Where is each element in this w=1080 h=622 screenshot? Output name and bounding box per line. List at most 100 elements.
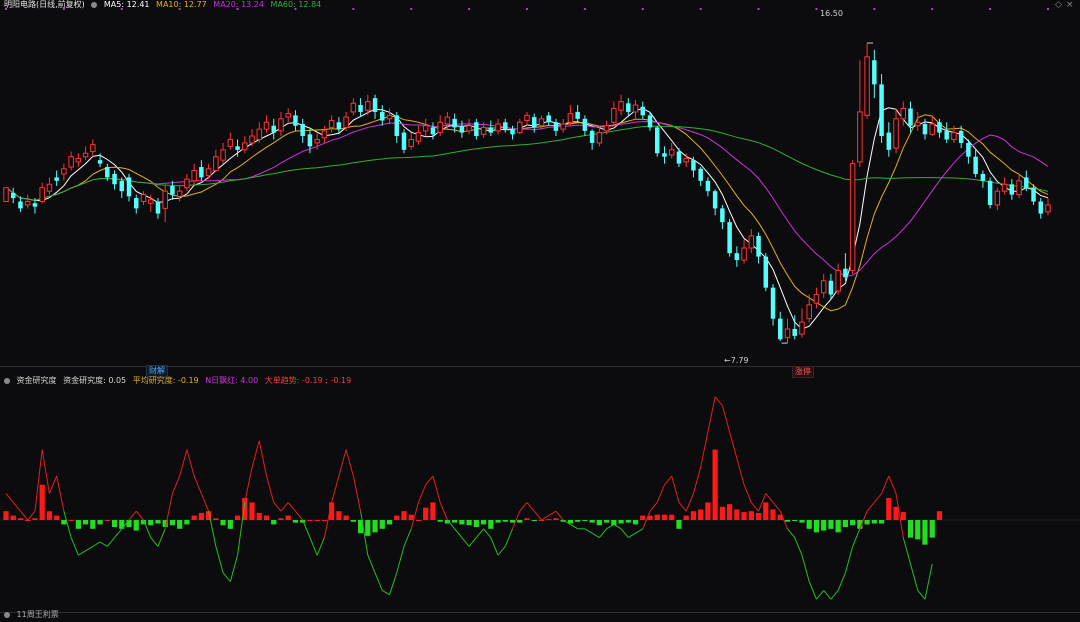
- candle-body: [184, 178, 190, 189]
- indicator-bar: [625, 520, 631, 523]
- indicator-bar: [864, 520, 870, 525]
- close-icon[interactable]: ×: [1066, 0, 1074, 10]
- indicator-bar: [480, 520, 487, 525]
- candle-body: [134, 198, 139, 209]
- candle-body: [256, 128, 263, 140]
- indicator-line-segment: [606, 523, 615, 530]
- candle-body: [75, 157, 82, 163]
- candle-body: [857, 111, 863, 163]
- candle-body: [546, 115, 551, 123]
- indicator-line-segment: [128, 510, 137, 521]
- candle-body: [474, 122, 479, 137]
- indicator-bar: [741, 512, 747, 520]
- candle-body: [444, 116, 451, 125]
- indicator-value-label: 资金研究度: 0.05: [63, 376, 127, 385]
- candle-body: [596, 132, 603, 144]
- indicator-line-segment: [389, 572, 398, 595]
- indicator-bar: [466, 520, 472, 526]
- indicator-settings-dot-icon[interactable]: [4, 378, 10, 384]
- indicator-bar: [502, 520, 508, 522]
- ma20-label: MA20: 13.24: [213, 0, 264, 9]
- indicator-bar: [227, 520, 233, 529]
- candle-body: [336, 122, 342, 130]
- indicator-bar: [32, 518, 38, 520]
- candle-body: [46, 183, 53, 192]
- candle-body: [350, 102, 357, 113]
- indicator-bar: [234, 515, 241, 520]
- indicator-line-segment: [750, 502, 759, 512]
- indicator-bar: [538, 520, 545, 521]
- indicator-line-segment: [461, 537, 470, 547]
- indicator-bar: [111, 520, 118, 528]
- indicator-line-segment: [743, 484, 752, 503]
- indicator-line-segment: [591, 532, 600, 539]
- high-price-label: 16.50: [820, 9, 843, 18]
- candle-body: [531, 117, 537, 128]
- indicator-bar: [177, 520, 183, 529]
- ma10-label: MA10: 12.77: [156, 0, 207, 9]
- indicator-bar: [575, 520, 581, 522]
- candle-body: [162, 190, 168, 209]
- ma5-line: [5, 107, 1049, 330]
- candle-body: [205, 168, 212, 177]
- indicator-line-segment: [468, 537, 477, 547]
- indicator-line-segment: [352, 475, 362, 512]
- candle-body: [503, 122, 508, 130]
- indicator-bar: [61, 520, 67, 525]
- indicator-line-segment: [12, 502, 21, 512]
- indicator-bar: [191, 515, 197, 520]
- indicator-bar: [531, 520, 537, 521]
- candle-body: [408, 138, 414, 147]
- moving-average-layer: [5, 107, 1049, 330]
- indicator-bar: [893, 506, 899, 520]
- candle-body: [170, 186, 175, 195]
- top-tick-marker: [757, 8, 760, 10]
- indicator-bar: [285, 515, 291, 520]
- candle-body: [618, 101, 624, 111]
- candle-body: [459, 125, 465, 133]
- bottom-tab[interactable]: 11周王利票: [4, 610, 63, 620]
- indicator-bar: [278, 518, 284, 520]
- indicator-bar: [249, 502, 255, 520]
- candle-body: [437, 121, 443, 134]
- main-chart-header: 明阳电路(日线,前复权) MA5: 12.41 MA10: 12.77 MA20…: [4, 0, 325, 10]
- settings-dot-icon[interactable]: [91, 2, 98, 8]
- indicator-bar: [198, 512, 204, 520]
- candle-body: [105, 167, 110, 178]
- candle-body: [872, 60, 877, 85]
- candle-body: [987, 180, 993, 205]
- candle-body: [676, 151, 682, 164]
- candle-body: [249, 135, 255, 144]
- indicator-bar: [437, 520, 443, 522]
- indicator-line-segment: [251, 440, 260, 468]
- indicator-bar: [75, 520, 81, 529]
- indicator-bar: [415, 520, 422, 521]
- diamond-icon[interactable]: ◇: [1055, 0, 1062, 10]
- indicator-line-segment: [881, 475, 890, 494]
- indicator-line-segment: [924, 563, 933, 600]
- candle-body: [908, 108, 913, 126]
- candle-body: [452, 118, 457, 128]
- indicator-line-segment: [613, 523, 622, 530]
- indicator-line-segment: [396, 546, 405, 573]
- candle-body: [126, 177, 132, 197]
- candle-body: [589, 130, 595, 143]
- candle-body: [480, 126, 487, 135]
- candle-body: [893, 118, 899, 149]
- indicator-line-segment: [186, 449, 195, 477]
- event-marker-zhangting[interactable]: 涨停: [792, 366, 814, 378]
- top-tick-marker: [989, 8, 992, 10]
- chart-canvas[interactable]: [0, 0, 1080, 618]
- indicator-bar: [915, 520, 921, 540]
- indicator-bar: [336, 511, 342, 520]
- indicator-bar: [907, 520, 914, 538]
- indicator-header: 资金研究度 资金研究度: 0.05 平均研究度: -0.19 N日飘红: 4.0…: [4, 376, 355, 386]
- indicator-bar: [401, 511, 407, 520]
- indicator-line-segment: [338, 449, 347, 477]
- candle-body: [864, 56, 870, 116]
- candle-body: [386, 114, 393, 120]
- indicator-bar: [582, 520, 588, 521]
- stock-chart-stage[interactable]: 明阳电路(日线,前复权) MA5: 12.41 MA10: 12.77 MA20…: [0, 0, 1080, 620]
- indicator-bar: [17, 518, 24, 520]
- candle-body: [640, 106, 646, 116]
